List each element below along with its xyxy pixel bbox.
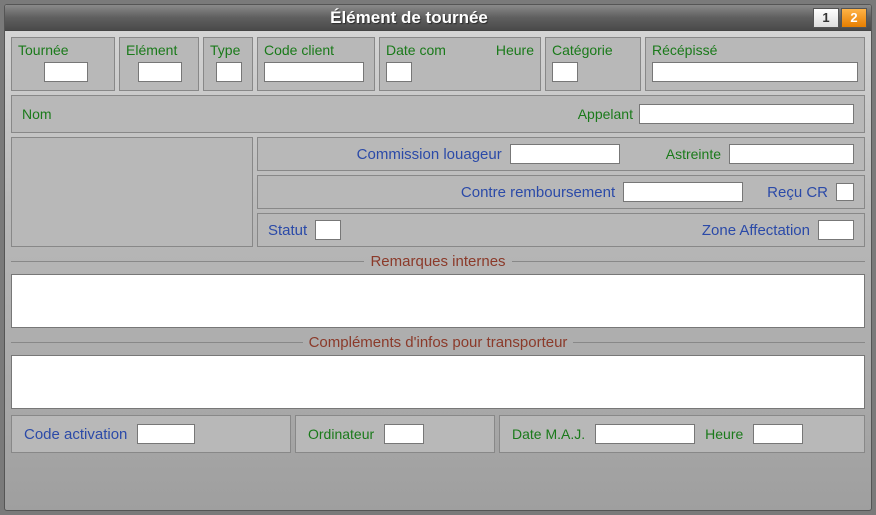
left-panel <box>11 137 253 247</box>
header-row: Tournée Elément Type Code client Date co… <box>11 37 865 91</box>
zone-affect-label: Zone Affectation <box>702 222 810 239</box>
commission-astreinte-bar: Commission louageur Astreinte <box>257 137 865 171</box>
categorie-field[interactable] <box>552 62 578 82</box>
commission-label: Commission louageur <box>357 146 502 163</box>
code-client-field[interactable] <box>264 62 364 82</box>
ordinateur-label: Ordinateur <box>308 426 374 442</box>
page-1-button[interactable]: 1 <box>813 8 839 28</box>
recu-cr-label: Reçu CR <box>767 184 828 201</box>
categorie-label: Catégorie <box>552 42 634 58</box>
nom-label: Nom <box>22 106 52 122</box>
nom-appelant-row: Nom Appelant <box>11 95 865 133</box>
element-cell: Elément <box>119 37 199 91</box>
contre-remb-label: Contre remboursement <box>461 184 615 201</box>
statut-field[interactable] <box>315 220 341 240</box>
recepisse-label: Récépissé <box>652 42 858 58</box>
type-field[interactable] <box>216 62 242 82</box>
recu-cr-checkbox[interactable] <box>836 183 854 201</box>
footer-row: Code activation Ordinateur Date M.A.J. H… <box>11 415 865 453</box>
code-activation-label: Code activation <box>24 426 127 443</box>
titlebar: Élément de tournée 1 2 <box>5 5 871 31</box>
code-client-label: Code client <box>264 42 368 58</box>
astreinte-field[interactable] <box>729 144 854 164</box>
remarques-title: Remarques internes <box>370 253 505 270</box>
categorie-cell: Catégorie <box>545 37 641 91</box>
appelant-field[interactable] <box>639 104 854 124</box>
complements-textarea[interactable] <box>11 355 865 409</box>
date-com-field[interactable] <box>386 62 412 82</box>
window: Élément de tournée 1 2 Tournée Elément T… <box>4 4 872 511</box>
date-heure-cell: Date com Heure <box>379 37 541 91</box>
page-2-button[interactable]: 2 <box>841 8 867 28</box>
right-panel: Commission louageur Astreinte Contre rem… <box>257 137 865 247</box>
window-title: Élément de tournée <box>5 8 813 28</box>
appelant-label: Appelant <box>578 106 633 122</box>
date-com-label: Date com <box>386 42 492 58</box>
recepisse-field[interactable] <box>652 62 858 82</box>
contre-remb-field[interactable] <box>623 182 743 202</box>
commission-field[interactable] <box>510 144 620 164</box>
complements-heading: Compléments d'infos pour transporteur <box>11 334 865 351</box>
tournee-cell: Tournée <box>11 37 115 91</box>
statut-label: Statut <box>268 222 307 239</box>
code-activation-field[interactable] <box>137 424 195 444</box>
astreinte-label: Astreinte <box>666 146 721 162</box>
type-label: Type <box>210 42 246 58</box>
footer-heure-field[interactable] <box>753 424 803 444</box>
pager: 1 2 <box>813 8 871 28</box>
ordinateur-cell: Ordinateur <box>295 415 495 453</box>
statut-zone-bar: Statut Zone Affectation <box>257 213 865 247</box>
ordinateur-field[interactable] <box>384 424 424 444</box>
date-maj-cell: Date M.A.J. Heure <box>499 415 865 453</box>
date-maj-field[interactable] <box>595 424 695 444</box>
heure-label: Heure <box>496 42 534 58</box>
code-activation-cell: Code activation <box>11 415 291 453</box>
remarques-textarea[interactable] <box>11 274 865 328</box>
date-maj-label: Date M.A.J. <box>512 426 585 442</box>
contre-remb-bar: Contre remboursement Reçu CR <box>257 175 865 209</box>
footer-heure-label: Heure <box>705 426 743 442</box>
recepisse-cell: Récépissé <box>645 37 865 91</box>
middle-row: Commission louageur Astreinte Contre rem… <box>11 137 865 247</box>
type-cell: Type <box>203 37 253 91</box>
remarques-heading: Remarques internes <box>11 253 865 270</box>
element-field[interactable] <box>138 62 182 82</box>
tournee-label: Tournée <box>18 42 108 58</box>
complements-title: Compléments d'infos pour transporteur <box>309 334 568 351</box>
form-body: Tournée Elément Type Code client Date co… <box>5 31 871 510</box>
tournee-field[interactable] <box>44 62 88 82</box>
element-label: Elément <box>126 42 192 58</box>
zone-affect-field[interactable] <box>818 220 854 240</box>
code-client-cell: Code client <box>257 37 375 91</box>
